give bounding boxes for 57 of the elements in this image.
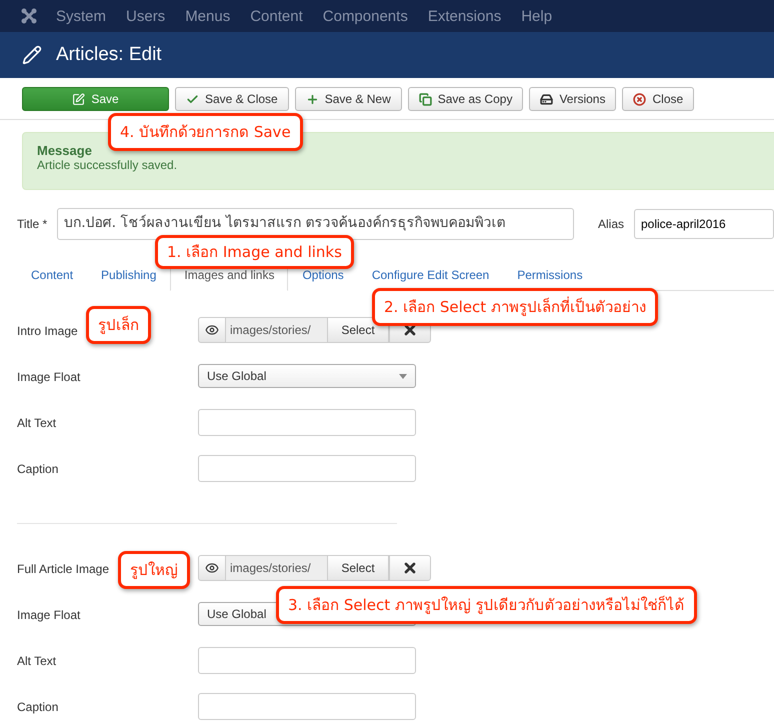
message-heading: Message: [37, 143, 93, 158]
image-path-field[interactable]: images/stories/: [226, 555, 327, 581]
annotation-tooltip: รูปใหญ่: [118, 551, 190, 589]
menu-item[interactable]: Extensions: [418, 8, 512, 24]
title-label: Title *: [17, 217, 48, 231]
text-field[interactable]: [198, 692, 416, 720]
field-label: Intro Image: [17, 324, 78, 338]
edit-icon: [72, 92, 86, 106]
preview-button[interactable]: [198, 317, 226, 343]
menu-item[interactable]: Content: [240, 8, 313, 24]
page-title: Articles: Edit: [56, 44, 162, 66]
field-label: Image Float: [17, 370, 80, 384]
annotation-tooltip: 2. เลือก Select ภาพรูปเล็กที่เป็นตัวอย่าง: [372, 288, 658, 326]
plus-icon: [306, 92, 319, 106]
toolbar-button[interactable]: Save: [22, 87, 169, 111]
text-field[interactable]: [198, 408, 416, 436]
annotation-tooltip: 1. เลือก Image and links: [155, 235, 354, 269]
toolbar-button[interactable]: Save as Copy: [408, 87, 524, 111]
menu-item[interactable]: System: [46, 8, 116, 24]
clear-button[interactable]: [389, 555, 431, 581]
joomla-logo-icon[interactable]: [20, 7, 38, 25]
toolbar-button[interactable]: Close: [622, 87, 694, 111]
alias-field[interactable]: police-april2016: [634, 209, 774, 239]
select-button[interactable]: Select: [327, 317, 389, 343]
alias-label: Alias: [598, 217, 624, 231]
text-field[interactable]: [198, 454, 416, 482]
check-icon: [186, 92, 199, 106]
field-label: Caption: [17, 462, 58, 476]
menu-item[interactable]: Menus: [175, 8, 240, 24]
title-field[interactable]: บก.ปอศ. โชว์ผลงานเขียน ไตรมาสแรก ตรวจค้นองค์กรธุรกิจพบคอมพิวเต: [57, 208, 574, 240]
drive-icon: [540, 92, 554, 106]
image-path-field[interactable]: images/stories/: [226, 317, 327, 343]
eye-icon: [205, 323, 219, 337]
annotation-tooltip: 3. เลือก Select ภาพรูปใหญ่ รูปเดียวกับตัวอย่างหรือไม่ใช่ก็ได้: [276, 586, 697, 624]
menu-item[interactable]: Components: [312, 8, 418, 24]
eye-icon: [205, 561, 219, 575]
field-label: Caption: [17, 700, 58, 714]
field-label: Alt Text: [17, 654, 56, 668]
field-label: Alt Text: [17, 416, 56, 430]
preview-button[interactable]: [198, 555, 226, 581]
toolbar-button[interactable]: Save & New: [294, 87, 402, 111]
field-label: Full Article Image: [17, 562, 110, 576]
close-icon: [633, 92, 646, 106]
menu-item[interactable]: Help: [511, 8, 562, 24]
field-label: Image Float: [17, 608, 80, 622]
image-float-dropdown[interactable]: Use Global: [198, 364, 416, 388]
message-text: Article successfully saved.: [37, 158, 178, 172]
annotation-tooltip: 4. บันทึกด้วยการกด Save: [108, 113, 303, 151]
select-button[interactable]: Select: [327, 555, 389, 581]
toolbar-button[interactable]: Save & Close: [175, 87, 289, 111]
text-field[interactable]: [198, 646, 416, 674]
menu-item[interactable]: Users: [116, 8, 176, 24]
pencil-icon: [22, 45, 42, 65]
close-icon: [402, 560, 418, 576]
copy-icon: [418, 92, 432, 106]
toolbar-button[interactable]: Versions: [529, 87, 616, 111]
annotation-tooltip: รูปเล็ก: [86, 306, 151, 344]
